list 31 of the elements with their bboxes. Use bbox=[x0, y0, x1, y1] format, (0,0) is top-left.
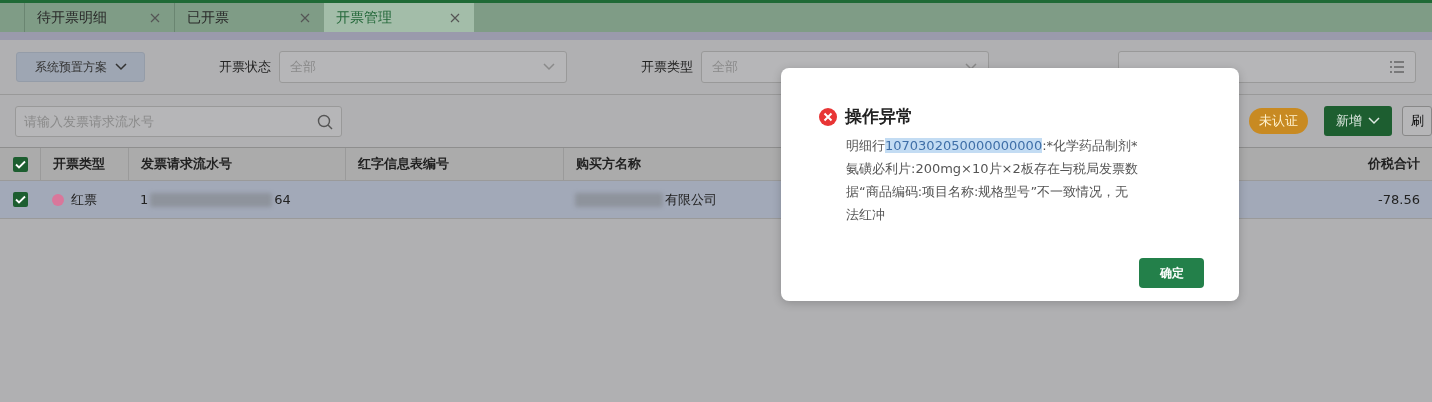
add-button[interactable]: 新增 bbox=[1324, 106, 1392, 136]
chevron-down-icon bbox=[964, 63, 979, 71]
column-header: 价税合计 bbox=[1368, 155, 1420, 174]
checkbox[interactable] bbox=[12, 192, 28, 207]
table-cell-text: 有限公司 bbox=[665, 190, 717, 209]
field-label: 开票状态 bbox=[219, 58, 272, 77]
column-header: 发票请求流水号 bbox=[141, 155, 232, 174]
scheme-dropdown-button[interactable]: 系统预置方案 bbox=[16, 52, 146, 82]
close-icon[interactable] bbox=[300, 12, 310, 23]
table-cell: -78.56 bbox=[1378, 191, 1420, 207]
chevron-down-icon bbox=[114, 63, 127, 71]
column-header: 开票类型 bbox=[53, 155, 105, 174]
table-cell-text: 红票 bbox=[70, 190, 97, 209]
ok-button[interactable]: 确定 bbox=[1139, 258, 1204, 288]
list-icon bbox=[1389, 61, 1405, 73]
table-cell-text: 64 bbox=[274, 190, 291, 209]
dialog-title: 操作异常 bbox=[844, 105, 913, 128]
field-label: 开票类型 bbox=[641, 58, 694, 77]
column-header: 红字信息表编号 bbox=[358, 155, 449, 174]
search-icon[interactable] bbox=[317, 113, 333, 130]
close-icon[interactable] bbox=[450, 12, 460, 23]
close-icon[interactable] bbox=[150, 12, 160, 23]
checkbox[interactable] bbox=[12, 156, 28, 172]
error-icon bbox=[818, 106, 838, 127]
table-cell-text: 1 bbox=[140, 190, 149, 209]
refresh-button[interactable]: 刷 bbox=[1402, 106, 1432, 136]
chevron-down-icon bbox=[1368, 117, 1380, 125]
column-header: 购买方名称 bbox=[576, 155, 641, 174]
status-badge: 未认证 bbox=[1249, 108, 1308, 134]
tab[interactable]: 开票管理 bbox=[324, 3, 474, 32]
chevron-down-icon bbox=[542, 63, 557, 71]
